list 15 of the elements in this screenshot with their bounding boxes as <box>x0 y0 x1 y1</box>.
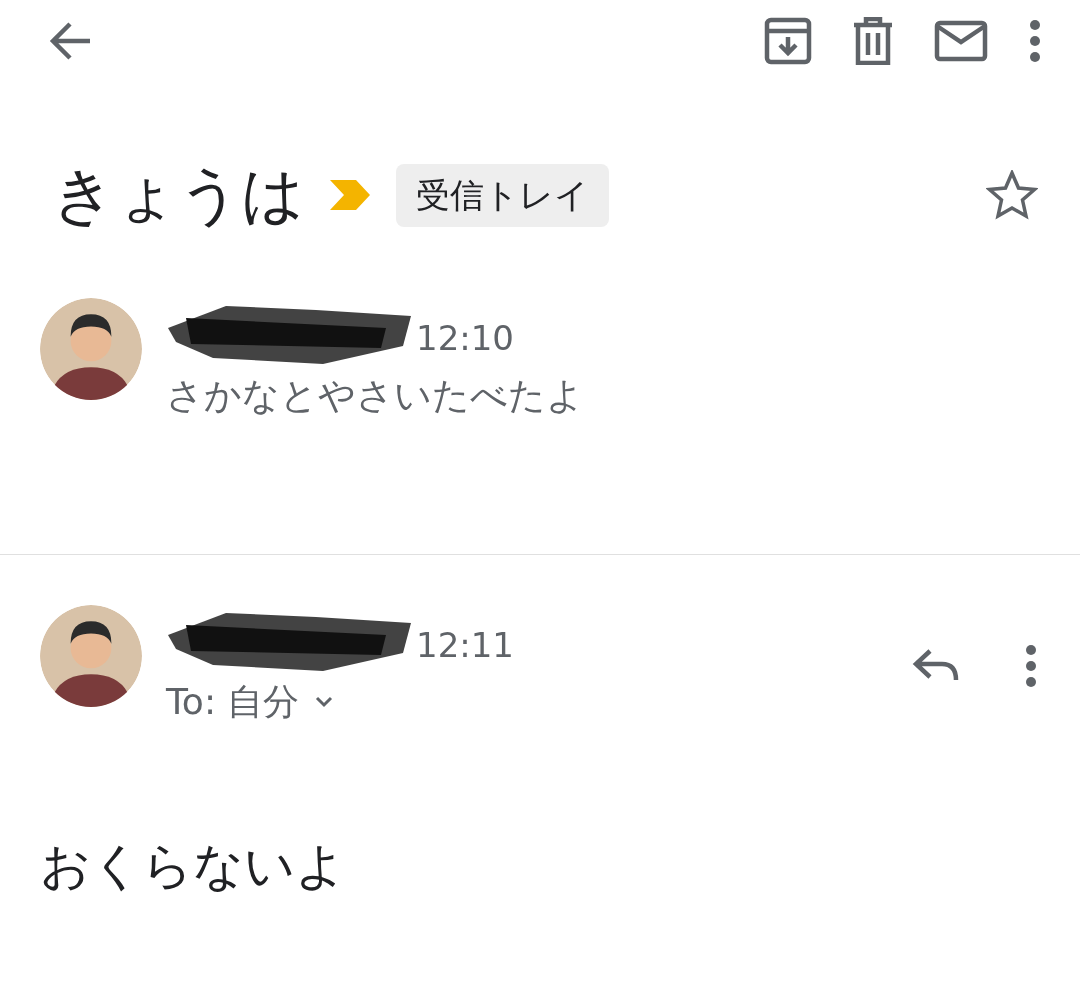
subject-title: きょうは <box>52 164 304 226</box>
archive-icon <box>764 17 812 65</box>
more-icon <box>1028 18 1042 64</box>
message-snippet: さかなとやさいたべたよ <box>166 373 585 419</box>
chevron-down-icon <box>315 695 334 708</box>
label-chip: 受信トレイ <box>396 163 609 227</box>
message-time: 12:10 <box>416 317 514 360</box>
star-icon <box>986 170 1038 220</box>
trash-icon <box>852 17 894 65</box>
envelope-icon <box>934 20 988 62</box>
recipient-toggle[interactable]: To: 自分 <box>166 674 334 729</box>
message-time: 12:11 <box>416 623 514 667</box>
back-arrow-icon <box>48 21 92 61</box>
more-icon <box>1024 642 1038 689</box>
message-body: おくらないよ <box>39 835 347 897</box>
